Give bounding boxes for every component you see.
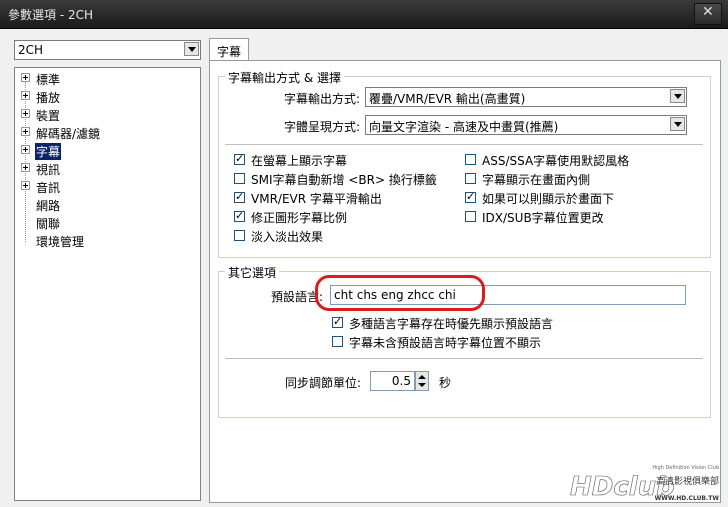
watermark-tagline: High Definition Vision Club <box>652 465 719 471</box>
chevron-down-icon[interactable] <box>670 89 685 103</box>
sync-unit-stepper[interactable] <box>415 371 429 391</box>
window-title: 參數選項 - 2CH <box>8 8 93 22</box>
ass-default-style-label: ASS/SSA字幕使用默認風格 <box>482 154 630 168</box>
annotation-highlight <box>315 275 485 311</box>
hide-position-checkbox[interactable] <box>332 336 343 347</box>
smooth-output-checkbox[interactable] <box>234 190 245 203</box>
tab-subtitles[interactable]: 字幕 <box>209 38 249 61</box>
sidebar-item-label: 網路 <box>36 199 61 213</box>
sidebar-item-label: 標準 <box>36 73 61 87</box>
output-mode-select[interactable]: 覆疊/VMR/EVR 輸出(高畫質) <box>365 87 687 107</box>
divider <box>225 144 703 146</box>
arrow-down-icon[interactable] <box>418 383 426 387</box>
expand-icon[interactable] <box>21 109 30 118</box>
sync-unit-label: 同步調節單位: <box>285 376 362 390</box>
below-frame-label: 如果可以則顯示於畫面下 <box>482 192 615 206</box>
expand-icon[interactable] <box>21 163 30 172</box>
priority-language-label: 多種語言字幕存在時優先顯示預設語言 <box>349 317 554 331</box>
category-tree: 標準 播放 裝置 解碼器/濾鏡 字幕 視訊 音訊 網路 關聯 環境管理 <box>14 67 201 501</box>
output-group: 字幕輸出方式 & 選擇 字幕輸出方式: 覆疊/VMR/EVR 輸出(高畫質) 字… <box>218 69 711 258</box>
fix-ratio-label: 修正圖形字幕比例 <box>251 211 348 225</box>
below-frame-checkbox[interactable] <box>465 190 476 203</box>
expand-icon[interactable] <box>21 181 30 190</box>
subtitle-settings-panel: 字幕輸出方式 & 選擇 字幕輸出方式: 覆疊/VMR/EVR 輸出(高畫質) 字… <box>209 60 721 503</box>
idx-position-label: IDX/SUB字幕位置更改 <box>482 211 604 225</box>
output-group-title: 字幕輸出方式 & 選擇 <box>225 69 344 86</box>
fix-ratio-checkbox[interactable] <box>234 209 245 222</box>
show-subtitles-checkbox[interactable] <box>234 152 245 165</box>
sync-unit-value: 0.5 <box>391 374 411 388</box>
arrow-up-icon[interactable] <box>418 375 426 379</box>
font-render-label: 字體呈現方式: <box>284 120 361 134</box>
divider <box>225 358 703 360</box>
expand-icon[interactable] <box>21 73 30 82</box>
profile-select[interactable]: 2CH <box>14 40 201 60</box>
sidebar-item-label: 視訊 <box>36 163 61 177</box>
title-bar[interactable]: 參數選項 - 2CH ✕ <box>0 0 728 29</box>
smi-br-checkbox[interactable] <box>234 173 245 184</box>
expand-icon[interactable] <box>21 145 30 154</box>
fade-checkbox[interactable] <box>234 230 245 241</box>
smooth-output-label: VMR/EVR 字幕平滑輸出 <box>251 192 382 206</box>
other-group: 其它選項 預設語言: cht chs eng zhcc chi 多種語言字幕存在… <box>218 264 711 418</box>
expand-icon[interactable] <box>21 91 30 100</box>
hdclub-watermark: High Definition Vision Club HDclub 高清影視俱… <box>570 465 720 502</box>
sync-unit-suffix: 秒 <box>439 376 452 390</box>
priority-language-checkbox[interactable] <box>332 315 343 328</box>
chevron-down-icon[interactable] <box>184 42 199 56</box>
sidebar-item-label: 字幕 <box>35 143 62 160</box>
smi-br-label: SMI字幕自動新增 <BR> 換行標籤 <box>251 173 437 187</box>
close-button[interactable]: ✕ <box>694 3 722 25</box>
tab-label: 字幕 <box>217 45 242 59</box>
sync-unit-input[interactable]: 0.5 <box>370 371 415 391</box>
sidebar-item-label: 音訊 <box>36 181 61 195</box>
profile-select-value: 2CH <box>18 43 44 57</box>
show-subtitles-label: 在螢幕上顯示字幕 <box>251 154 348 168</box>
font-render-value: 向量文字渲染 - 高速及中畫質(推薦) <box>369 120 559 134</box>
chevron-down-icon[interactable] <box>670 117 685 131</box>
fade-label: 淡入淡出效果 <box>251 230 324 244</box>
watermark-url: WWW.HD.CLUB.TW <box>655 495 720 502</box>
hide-position-label: 字幕未含預設語言時字幕位置不顯示 <box>349 336 542 350</box>
sidebar-item-label: 裝置 <box>36 109 61 123</box>
expand-icon[interactable] <box>21 127 30 136</box>
dialog-body: 2CH 標準 播放 裝置 解碼器/濾鏡 字幕 視訊 音訊 網路 關聯 環境管理 … <box>6 30 722 503</box>
sidebar-item-label: 關聯 <box>36 217 61 231</box>
sidebar-item-label: 解碼器/濾鏡 <box>36 127 101 141</box>
sidebar-item-label: 環境管理 <box>36 235 85 249</box>
close-icon: ✕ <box>702 4 714 20</box>
inside-frame-label: 字幕顯示在畫面內側 <box>482 173 591 187</box>
inside-frame-checkbox[interactable] <box>465 173 476 184</box>
output-mode-value: 覆疊/VMR/EVR 輸出(高畫質) <box>369 92 526 106</box>
preferences-window: 參數選項 - 2CH ✕ 2CH 標準 播放 裝置 解碼器/濾鏡 字幕 視訊 音… <box>0 0 728 507</box>
ass-default-style-checkbox[interactable] <box>465 154 476 165</box>
other-group-title: 其它選項 <box>225 264 280 281</box>
watermark-sub: 高清影視俱樂部 <box>656 475 719 487</box>
font-render-select[interactable]: 向量文字渲染 - 高速及中畫質(推薦) <box>365 115 687 135</box>
tree-guide-line <box>25 82 26 242</box>
sidebar-item-label: 播放 <box>36 91 61 105</box>
idx-position-checkbox[interactable] <box>465 211 476 222</box>
output-mode-label: 字幕輸出方式: <box>284 92 361 106</box>
